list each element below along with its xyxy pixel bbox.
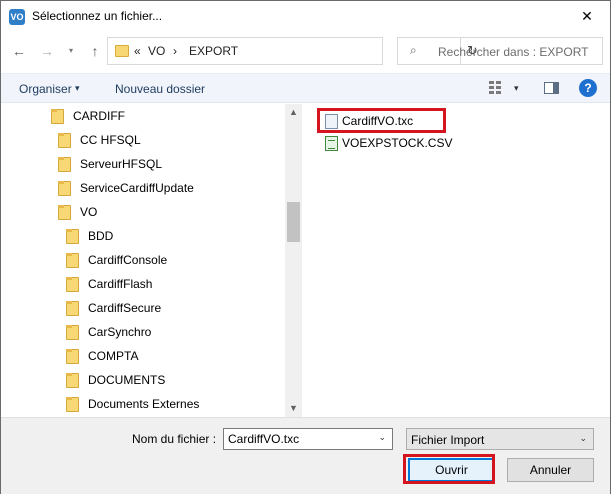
- chevron-down-icon: ▾: [68, 46, 73, 55]
- back-button[interactable]: ←: [9, 41, 29, 61]
- folder-icon: [66, 229, 79, 244]
- folder-icon: [66, 373, 79, 388]
- arrow-right-icon: →: [40, 43, 54, 59]
- folder-icon: [66, 349, 79, 364]
- cancel-button[interactable]: Annuler: [507, 458, 594, 482]
- breadcrumb-separator-icon[interactable]: ›: [173, 44, 177, 58]
- breadcrumb-overflow-icon[interactable]: «: [134, 44, 141, 58]
- arrow-left-icon: ←: [12, 43, 26, 59]
- filetype-value: Fichier Import: [411, 433, 485, 447]
- dialog-footer: Nom du fichier : ⌄ Fichier Import ⌄ Ouvr…: [1, 417, 610, 494]
- file-list: CardiffVO.txc VOEXPSTOCK.CSV: [303, 104, 610, 417]
- folder-icon: [66, 397, 79, 412]
- tree-item-label: CardiffConsole: [88, 253, 168, 267]
- folder-icon: [58, 205, 71, 220]
- up-folder-button[interactable]: ↑: [85, 41, 105, 61]
- folder-icon: [58, 157, 71, 172]
- title-bar: VO Sélectionnez un fichier... ✕: [1, 1, 610, 32]
- organize-button[interactable]: Organiser: [19, 82, 72, 96]
- tree-item-label: COMPTA: [88, 349, 139, 363]
- folder-icon: [66, 253, 79, 268]
- chevron-down-icon[interactable]: ⌄: [378, 432, 386, 443]
- breadcrumb-item-export[interactable]: EXPORT: [189, 44, 238, 58]
- tree-item-label: CardiffSecure: [88, 301, 162, 315]
- filename-field[interactable]: [228, 431, 368, 447]
- dialog-title: Sélectionnez un fichier...: [32, 9, 163, 23]
- tree-item-label: ServeurHFSQL: [80, 157, 163, 171]
- chevron-down-icon: ⌄: [579, 433, 587, 443]
- tree-item-label: ServiceCardiffUpdate: [80, 181, 194, 195]
- view-options-button[interactable]: [489, 80, 507, 96]
- tree-item-label: CardiffFlash: [88, 277, 153, 291]
- folder-tree: CARDIFF CC HFSQL ServeurHFSQL ServiceCar…: [1, 104, 301, 417]
- filetype-select[interactable]: Fichier Import ⌄: [406, 428, 594, 450]
- search-icon: ⌕: [410, 43, 417, 57]
- search-placeholder: Rechercher dans : EXPORT: [438, 45, 589, 59]
- app-logo-icon: VO: [9, 9, 25, 25]
- help-button[interactable]: ?: [579, 79, 597, 97]
- tree-item-label: BDD: [88, 229, 114, 243]
- new-folder-button[interactable]: Nouveau dossier: [115, 82, 205, 96]
- folder-icon: [66, 301, 79, 316]
- tree-item-label: CC HFSQL: [80, 133, 141, 147]
- address-bar[interactable]: « VO › EXPORT ↻: [107, 37, 478, 65]
- close-icon: ✕: [581, 8, 593, 24]
- search-input[interactable]: ⌕ Rechercher dans : EXPORT: [397, 37, 603, 65]
- preview-pane-button[interactable]: [544, 82, 559, 94]
- filename-combobox[interactable]: ⌄: [223, 428, 393, 450]
- view-grid-icon: [489, 81, 494, 84]
- tree-item-label: CARDIFF: [73, 109, 125, 123]
- tree-scrollbar[interactable]: ▲ ▼: [285, 104, 302, 417]
- open-button-highlight: [403, 454, 495, 484]
- file-open-dialog: VO Sélectionnez un fichier... ✕ ← → ▾ ↑ …: [0, 0, 611, 494]
- navigation-bar: ← → ▾ ↑ « VO › EXPORT ↻ ⌕ Rechercher dan…: [1, 32, 610, 70]
- chevron-down-icon: ▾: [75, 83, 80, 93]
- close-button[interactable]: ✕: [564, 1, 610, 32]
- recent-locations-button[interactable]: ▾: [61, 41, 81, 61]
- tree-item-label: DOCUMENTS: [88, 373, 166, 387]
- forward-button[interactable]: →: [37, 41, 57, 61]
- folder-icon: [51, 109, 64, 124]
- scroll-up-icon[interactable]: ▲: [285, 104, 302, 121]
- view-chevron-down-icon[interactable]: ▾: [514, 83, 519, 94]
- folder-icon: [58, 181, 71, 196]
- tree-item-label: VO: [80, 205, 98, 219]
- folder-icon: [58, 133, 71, 148]
- folder-icon: [115, 45, 129, 57]
- folder-icon: [66, 277, 79, 292]
- file-name: VOEXPSTOCK.CSV: [342, 136, 453, 150]
- command-toolbar: Organiser ▾ Nouveau dossier ▾ ?: [1, 73, 610, 103]
- arrow-up-icon: ↑: [91, 43, 99, 59]
- scrollbar-thumb[interactable]: [287, 202, 300, 242]
- scroll-down-icon[interactable]: ▼: [285, 400, 302, 417]
- filename-label: Nom du fichier :: [132, 432, 217, 446]
- breadcrumb-item-vo[interactable]: VO: [148, 44, 165, 58]
- selected-file-highlight: [317, 108, 446, 133]
- tree-item-label: CarSynchro: [88, 325, 152, 339]
- folder-icon: [66, 325, 79, 340]
- spreadsheet-file-icon: [325, 136, 338, 151]
- tree-item-label: Documents Externes: [88, 397, 200, 411]
